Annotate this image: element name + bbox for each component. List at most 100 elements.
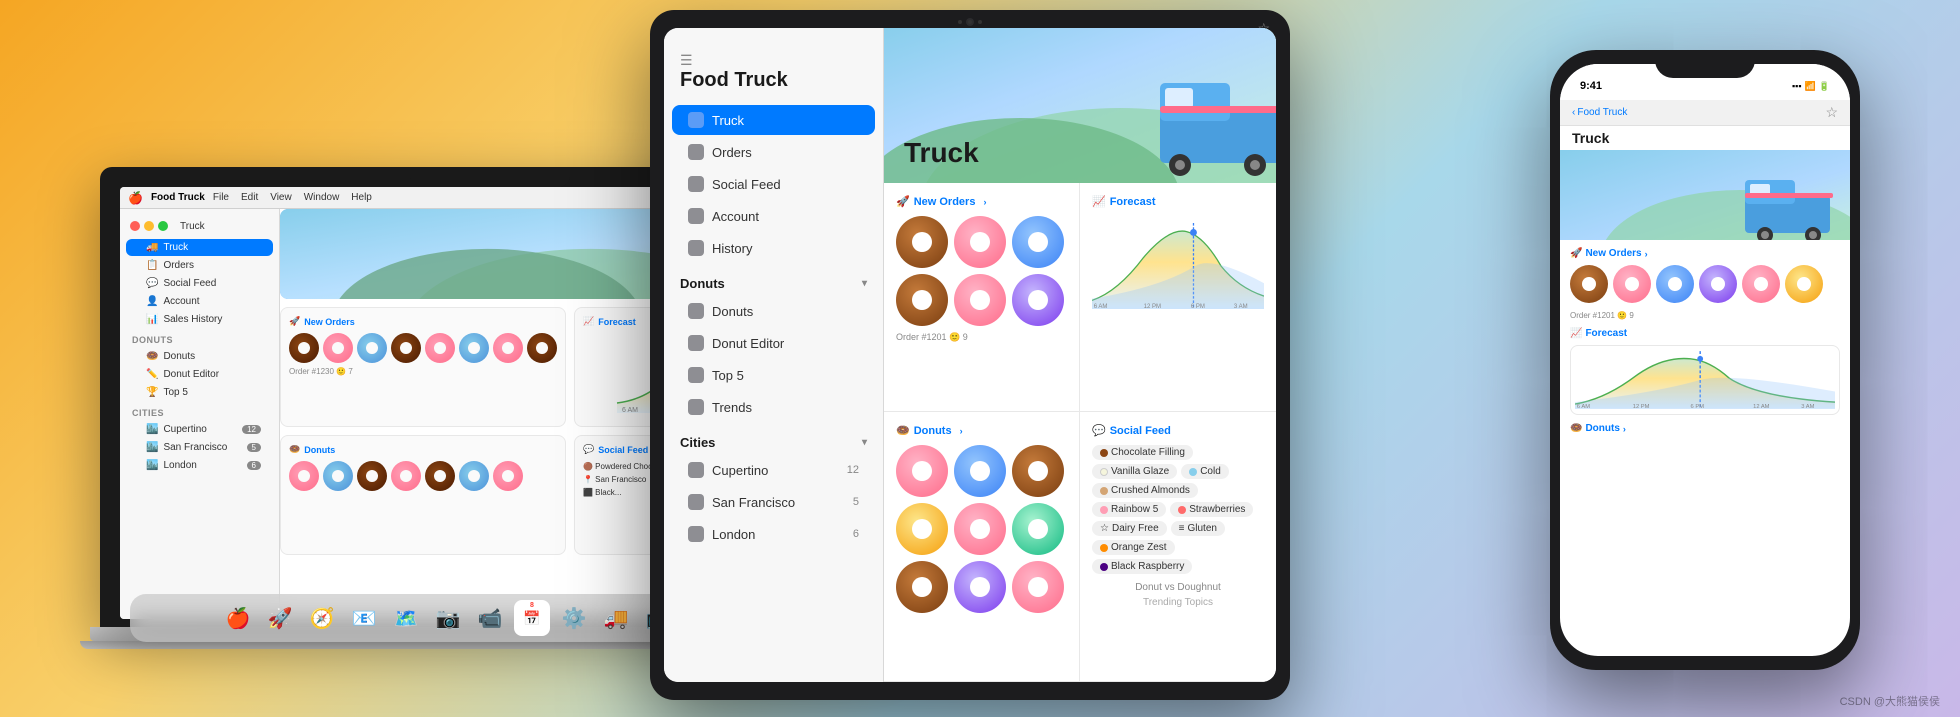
sidebar-item-social-feed[interactable]: 💬 Social Feed [126, 275, 273, 292]
ipad-content-grid: 🚀 New Orders › Order #1201 🙂 [884, 183, 1276, 682]
minimize-button[interactable] [144, 221, 154, 231]
sidebar-item-sales-history[interactable]: 📊 Sales History [126, 311, 273, 328]
new-orders-chevron[interactable]: › [983, 197, 986, 207]
ipad-nav-london[interactable]: London 6 [672, 519, 875, 549]
svg-text:6 AM: 6 AM [622, 407, 638, 413]
tag-rainbow[interactable]: Rainbow 5 [1092, 502, 1166, 517]
ipad-donuts-arrow[interactable]: ▾ [862, 278, 867, 289]
macbook-notch [410, 167, 570, 187]
svg-text:6 AM: 6 AM [1094, 304, 1108, 310]
london-nav-icon [688, 526, 704, 542]
new-orders-chevron-iphone[interactable]: › [1645, 249, 1648, 259]
star-button[interactable]: ☆ [1825, 104, 1838, 121]
iphone-device: 9:41 ▪▪▪ 📶 🔋 ‹ Food Truck ☆ Truck [1550, 50, 1860, 670]
tag-chocolate[interactable]: Chocolate Filling [1092, 445, 1193, 460]
ipad-nav-donuts[interactable]: Donuts [672, 296, 875, 326]
dock-foodtruck[interactable]: 🚚 [598, 600, 634, 636]
sidebar-item-account[interactable]: 👤 Account [126, 293, 273, 310]
top5-nav-icon [688, 367, 704, 383]
new-orders-icon: 🚀 [289, 316, 300, 327]
close-button[interactable] [130, 221, 140, 231]
svg-text:3 AM: 3 AM [1801, 404, 1814, 410]
ipad-donuts-panel-title: 🍩 Donuts › [896, 424, 1067, 437]
ipad-donut-item [1012, 503, 1064, 555]
ipad-nav-account[interactable]: Account [672, 201, 875, 231]
donuts-panel-icon-ipad: 🍩 [896, 424, 910, 437]
dock-safari[interactable]: 🧭 [304, 600, 340, 636]
tag-orange-zest[interactable]: Orange Zest [1092, 540, 1175, 555]
sidebar-item-donuts[interactable]: 🍩 Donuts [126, 348, 273, 365]
apple-menu[interactable]: 🍎 [128, 191, 143, 205]
tag-strawberries[interactable]: Strawberries [1170, 502, 1253, 517]
ipad-nav-trends[interactable]: Trends [672, 392, 875, 422]
ipad-nav-history[interactable]: History [672, 233, 875, 263]
dock-maps[interactable]: 🗺️ [388, 600, 424, 636]
tag-dot [1100, 563, 1108, 571]
sidebar-label-editor: Donut Editor [163, 369, 219, 380]
donut-item [357, 333, 387, 363]
donut-icon: 🍩 [146, 351, 158, 362]
ipad-nav-label-history: History [712, 241, 752, 256]
tag-gluten[interactable]: ≡ Gluten [1171, 521, 1225, 536]
menu-window[interactable]: Window [304, 192, 340, 203]
menu-file[interactable]: File [213, 192, 229, 203]
tag-vanilla[interactable]: Vanilla Glaze [1092, 464, 1177, 479]
dock-facetime[interactable]: 📹 [472, 600, 508, 636]
dock-settings[interactable]: ⚙️ [556, 600, 592, 636]
traffic-lights: Truck [120, 217, 279, 238]
iphone-body: 9:41 ▪▪▪ 📶 🔋 ‹ Food Truck ☆ Truck [1550, 50, 1860, 670]
tag-dairy-free[interactable]: ☆ Dairy Free [1092, 521, 1167, 536]
ipad-cities-arrow[interactable]: ▾ [862, 437, 867, 448]
menu-help[interactable]: Help [351, 192, 372, 203]
donut-vs-doughnut: Donut vs Doughnut [1092, 582, 1264, 593]
sidebar-item-san-francisco[interactable]: 🏙️ San Francisco 5 [126, 439, 273, 456]
donut-item [425, 333, 455, 363]
ipad-sidebar-toggle[interactable]: ☰ [680, 52, 693, 69]
tag-cold[interactable]: Cold [1181, 464, 1229, 479]
ipad-donut-item [1012, 445, 1064, 497]
dock-launchpad[interactable]: 🚀 [262, 600, 298, 636]
sidebar-item-top5[interactable]: 🏆 Top 5 [126, 384, 273, 401]
ipad-nav-truck[interactable]: Truck [672, 105, 875, 135]
donut-panel-icon: 🍩 [289, 444, 300, 455]
ipad-nav-social-feed[interactable]: Social Feed [672, 169, 875, 199]
tag-almonds[interactable]: Crushed Almonds [1092, 483, 1198, 498]
mac-sidebar: Truck 🚚 Truck 📋 Orders 💬 Social Feed [120, 209, 280, 619]
donuts-chevron-iphone[interactable]: › [1623, 424, 1626, 434]
sidebar-item-london[interactable]: 🏙️ London 6 [126, 457, 273, 474]
orders-nav-icon [688, 144, 704, 160]
menu-edit[interactable]: Edit [241, 192, 258, 203]
menu-view[interactable]: View [270, 192, 292, 203]
sidebar-label-london: London [163, 460, 196, 471]
order-info-mac: Order #1230 🙂 7 [289, 367, 557, 376]
sidebar-item-donut-editor[interactable]: ✏️ Donut Editor [126, 366, 273, 383]
ipad-body: ☆ ☰ Food Truck Truck Orders [650, 10, 1290, 700]
ipad-cupertino-badge: 12 [847, 464, 859, 476]
dock-finder[interactable]: 🍎 [220, 600, 256, 636]
ipad-sf-badge: 5 [853, 496, 859, 508]
sidebar-label-account: Account [163, 296, 199, 307]
mac-donuts-panel: 🍩 Donuts [280, 435, 566, 555]
iphone-donuts-section: 🍩 Donuts › [1570, 423, 1840, 434]
dock-photos[interactable]: 📷 [430, 600, 466, 636]
ipad-nav-sf[interactable]: San Francisco 5 [672, 487, 875, 517]
tag-black-raspberry[interactable]: Black Raspberry [1092, 559, 1192, 574]
ipad-nav-top5[interactable]: Top 5 [672, 360, 875, 390]
maximize-button[interactable] [158, 221, 168, 231]
ipad-nav-orders[interactable]: Orders [672, 137, 875, 167]
ipad-nav-cupertino[interactable]: Cupertino 12 [672, 455, 875, 485]
donuts-panel-chevron[interactable]: › [960, 426, 963, 436]
iphone-new-orders-title: 🚀 New Orders › [1570, 248, 1840, 259]
dock-mail[interactable]: 📧 [346, 600, 382, 636]
new-orders-icon-iphone: 🚀 [1570, 248, 1582, 259]
sidebar-item-orders[interactable]: 📋 Orders [126, 257, 273, 274]
ipad-donut-item [954, 274, 1006, 326]
dock-calendar[interactable]: 8 📅 [514, 600, 550, 636]
sidebar-item-truck[interactable]: 🚚 Truck [126, 239, 273, 256]
back-button[interactable]: ‹ Food Truck [1572, 107, 1627, 118]
sidebar-item-cupertino[interactable]: 🏙️ Cupertino 12 [126, 421, 273, 438]
ipad-nav-label-orders: Orders [712, 145, 752, 160]
signal-icon: ▪▪▪ [1792, 81, 1802, 92]
watermark: CSDN @大熊猫侯侯 [1840, 693, 1940, 709]
ipad-nav-donut-editor[interactable]: Donut Editor [672, 328, 875, 358]
